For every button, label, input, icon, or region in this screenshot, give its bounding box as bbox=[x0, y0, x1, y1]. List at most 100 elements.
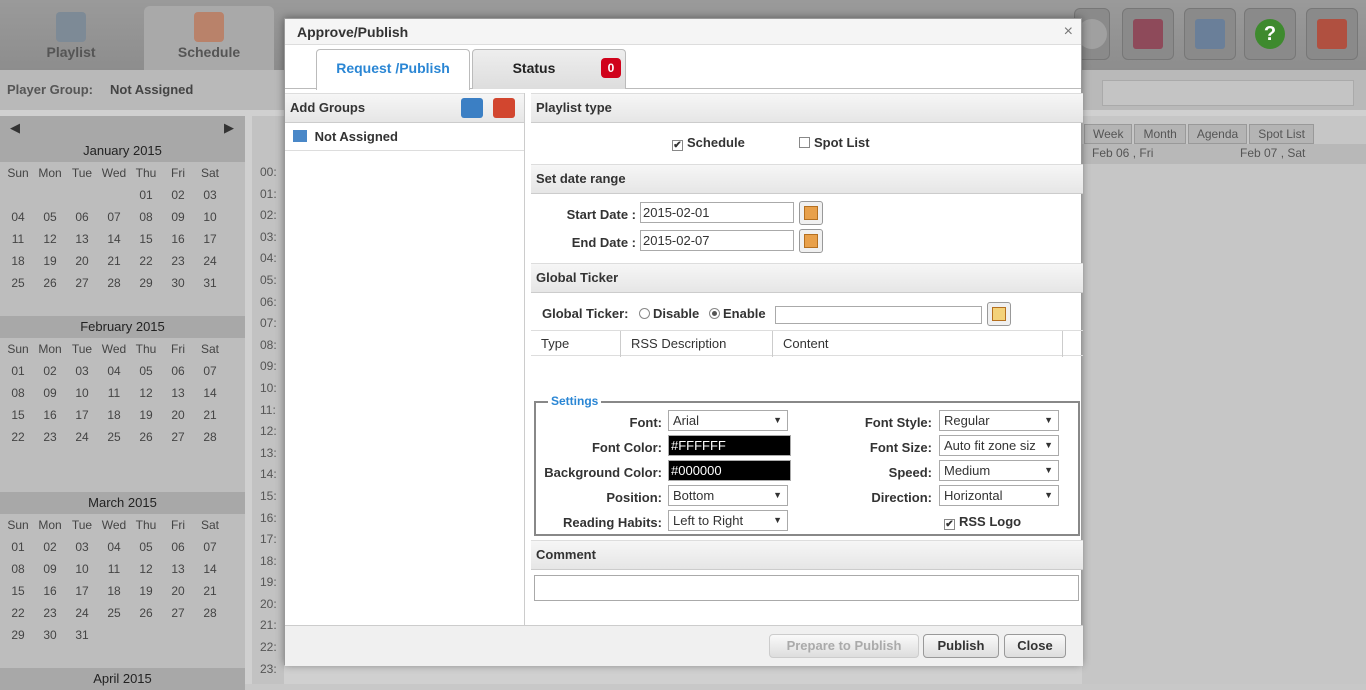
schedule-checkbox[interactable]: ✔ Schedule bbox=[672, 135, 745, 151]
group-item[interactable]: Not Assigned bbox=[285, 123, 524, 151]
calendar-day[interactable]: 03 bbox=[66, 360, 98, 382]
calendar-day[interactable] bbox=[66, 646, 98, 668]
calendar-day[interactable]: 03 bbox=[66, 536, 98, 558]
calendar-day[interactable]: 02 bbox=[162, 184, 194, 206]
bg-color-input[interactable]: #000000 bbox=[668, 460, 791, 481]
calendar-day[interactable]: 12 bbox=[130, 558, 162, 580]
calendar-day[interactable] bbox=[66, 448, 98, 470]
calendar-day[interactable] bbox=[162, 646, 194, 668]
calendar-day[interactable] bbox=[34, 646, 66, 668]
calendar-day[interactable]: 31 bbox=[66, 624, 98, 646]
nav-playlist[interactable]: Playlist bbox=[40, 6, 102, 70]
calendar-day[interactable]: 12 bbox=[130, 382, 162, 404]
calendar-day[interactable]: 02 bbox=[34, 360, 66, 382]
calendar-day[interactable] bbox=[194, 646, 226, 668]
calendar-day[interactable] bbox=[34, 294, 66, 316]
calendar-day[interactable]: 13 bbox=[162, 558, 194, 580]
calendar-day[interactable]: 11 bbox=[2, 228, 34, 250]
calendar-day[interactable]: 24 bbox=[194, 250, 226, 272]
next-month-icon[interactable]: ▶ bbox=[224, 120, 234, 136]
calendar-day[interactable]: 06 bbox=[162, 536, 194, 558]
calendar-day[interactable]: 15 bbox=[130, 228, 162, 250]
calendar-day[interactable]: 18 bbox=[2, 250, 34, 272]
calendar-day[interactable] bbox=[162, 470, 194, 492]
monitor-button[interactable] bbox=[1184, 8, 1236, 60]
reading-habits-select[interactable]: Left to Right bbox=[668, 510, 788, 531]
calendar-day[interactable]: 20 bbox=[162, 580, 194, 602]
calendar-day[interactable]: 09 bbox=[34, 558, 66, 580]
ticker-disable-radio[interactable]: Disable bbox=[639, 306, 699, 321]
calendar-day[interactable]: 19 bbox=[34, 250, 66, 272]
calendar-day[interactable]: 22 bbox=[2, 602, 34, 624]
font-size-select[interactable]: Auto fit zone siz bbox=[939, 435, 1059, 456]
calendar-day[interactable]: 21 bbox=[194, 580, 226, 602]
calendar-day[interactable]: 22 bbox=[130, 250, 162, 272]
calendar-day[interactable]: 01 bbox=[2, 360, 34, 382]
search-field[interactable] bbox=[1102, 80, 1354, 106]
player-group-value[interactable]: Not Assigned bbox=[110, 82, 193, 97]
calendar-day[interactable]: 27 bbox=[162, 602, 194, 624]
view-tab[interactable]: Agenda bbox=[1187, 124, 1248, 144]
calendar-day[interactable] bbox=[130, 448, 162, 470]
calendar-day[interactable] bbox=[194, 470, 226, 492]
calendar-day[interactable]: 13 bbox=[162, 382, 194, 404]
calendar-day[interactable] bbox=[194, 624, 226, 646]
tab-request-publish[interactable]: Request /Publish bbox=[316, 49, 470, 90]
calendar-day[interactable] bbox=[2, 294, 34, 316]
calendar-day[interactable]: 17 bbox=[66, 404, 98, 426]
calendar-day[interactable]: 05 bbox=[34, 206, 66, 228]
nav-schedule[interactable]: Schedule bbox=[144, 6, 274, 70]
calendar-day[interactable]: 15 bbox=[2, 404, 34, 426]
calendar-day[interactable]: 23 bbox=[162, 250, 194, 272]
calendar-day[interactable]: 04 bbox=[98, 360, 130, 382]
calendar-day[interactable]: 03 bbox=[194, 184, 226, 206]
calendar-day[interactable]: 16 bbox=[162, 228, 194, 250]
prev-month-icon[interactable]: ◀ bbox=[10, 120, 20, 136]
calendar-day[interactable]: 01 bbox=[130, 184, 162, 206]
calendar-day[interactable]: 15 bbox=[2, 580, 34, 602]
calendar-day[interactable]: 30 bbox=[34, 624, 66, 646]
calendar-day[interactable]: 07 bbox=[194, 536, 226, 558]
calendar-day[interactable] bbox=[194, 448, 226, 470]
calendar-day[interactable]: 24 bbox=[66, 602, 98, 624]
calendar-day[interactable]: 05 bbox=[130, 360, 162, 382]
calendar-day[interactable] bbox=[34, 184, 66, 206]
close-icon[interactable]: × bbox=[1064, 23, 1073, 41]
calendar-day[interactable]: 22 bbox=[2, 426, 34, 448]
calendar-day[interactable]: 06 bbox=[66, 206, 98, 228]
calendar-day[interactable]: 21 bbox=[98, 250, 130, 272]
calendar-day[interactable]: 14 bbox=[194, 558, 226, 580]
start-date-input[interactable]: 2015-02-01 bbox=[640, 202, 794, 223]
calendar-day[interactable]: 17 bbox=[194, 228, 226, 250]
calendar-day[interactable]: 30 bbox=[162, 272, 194, 294]
calendar-day[interactable]: 11 bbox=[98, 382, 130, 404]
calendar-day[interactable]: 10 bbox=[66, 382, 98, 404]
view-tab[interactable]: Spot List bbox=[1249, 124, 1314, 144]
add-group-icon[interactable] bbox=[461, 98, 483, 118]
calendar-day[interactable] bbox=[34, 448, 66, 470]
calendar-day[interactable] bbox=[162, 448, 194, 470]
calendar-day[interactable] bbox=[66, 294, 98, 316]
view-tab[interactable]: Month bbox=[1134, 124, 1186, 144]
calendar-day[interactable] bbox=[66, 470, 98, 492]
calendar-day[interactable]: 18 bbox=[98, 580, 130, 602]
calendar-day[interactable] bbox=[98, 624, 130, 646]
calendar-day[interactable]: 14 bbox=[98, 228, 130, 250]
calendar-day[interactable]: 07 bbox=[98, 206, 130, 228]
ticker-enable-radio[interactable]: Enable bbox=[709, 306, 766, 321]
remove-group-icon[interactable] bbox=[493, 98, 515, 118]
calendar-day[interactable]: 12 bbox=[34, 228, 66, 250]
calendar-day[interactable]: 26 bbox=[130, 602, 162, 624]
calendar-day[interactable]: 02 bbox=[34, 536, 66, 558]
calendar-day[interactable] bbox=[194, 294, 226, 316]
calendar-day[interactable] bbox=[162, 294, 194, 316]
calendar-day[interactable]: 21 bbox=[194, 404, 226, 426]
ticker-input[interactable] bbox=[775, 306, 982, 324]
calendar-day[interactable]: 28 bbox=[194, 602, 226, 624]
calendar-day[interactable] bbox=[98, 470, 130, 492]
font-color-input[interactable]: #FFFFFF bbox=[668, 435, 791, 456]
calendar-day[interactable]: 28 bbox=[98, 272, 130, 294]
close-button[interactable]: Close bbox=[1004, 634, 1066, 658]
speed-select[interactable]: Medium bbox=[939, 460, 1059, 481]
calendar-day[interactable]: 09 bbox=[34, 382, 66, 404]
